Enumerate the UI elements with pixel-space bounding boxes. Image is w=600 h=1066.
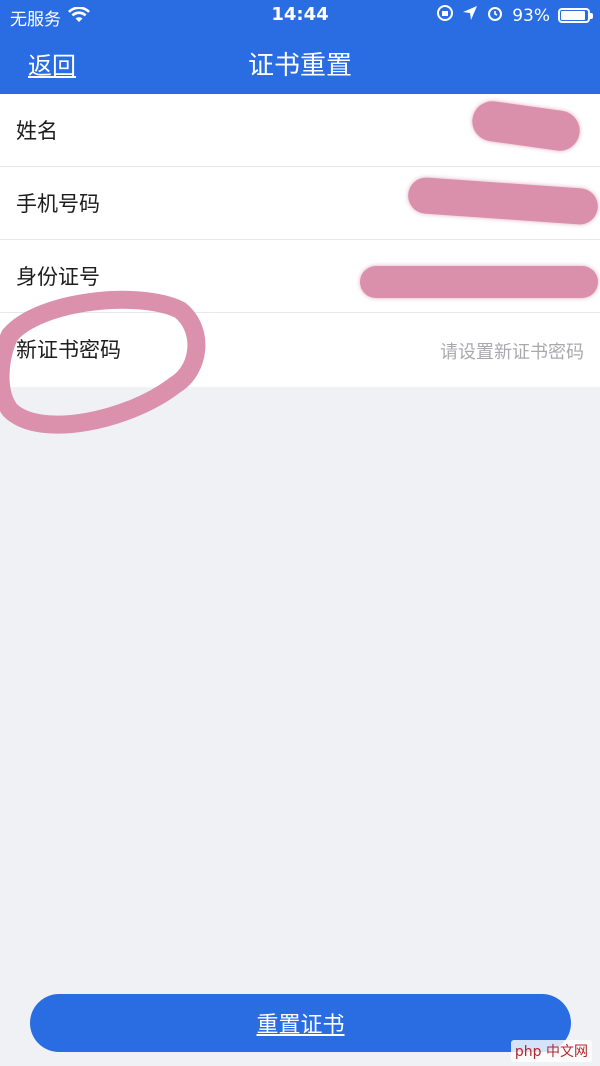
phone-redaction xyxy=(406,176,600,226)
battery-icon xyxy=(558,8,593,23)
rotation-lock-icon xyxy=(436,4,454,27)
location-icon xyxy=(462,5,478,26)
phone-label: 手机号码 xyxy=(16,192,100,216)
name-label: 姓名 xyxy=(16,119,58,143)
header: 无服务 14:44 93% 返回 证书重置 xyxy=(0,0,600,94)
status-right: 93% xyxy=(436,4,593,27)
id-redaction xyxy=(360,266,598,298)
phone-row: 手机号码 xyxy=(0,167,600,240)
watermark: php 中文网 xyxy=(510,1040,592,1062)
battery-percent: 93% xyxy=(512,5,550,26)
page-title: 证书重置 xyxy=(247,51,352,81)
reset-button-wrap: 重置证书 xyxy=(30,994,571,1052)
name-row: 姓名 xyxy=(0,94,600,167)
battery-fill xyxy=(561,11,585,20)
new-password-input[interactable]: 请设置新证书密码 xyxy=(440,338,584,364)
status-bar: 无服务 14:44 93% xyxy=(0,0,600,30)
id-label: 身份证号 xyxy=(16,265,100,289)
nav-bar: 返回 证书重置 xyxy=(0,30,600,94)
reset-certificate-button[interactable]: 重置证书 xyxy=(30,994,571,1052)
alarm-icon xyxy=(486,4,504,27)
name-redaction xyxy=(469,98,583,154)
highlight-circle xyxy=(0,290,206,434)
